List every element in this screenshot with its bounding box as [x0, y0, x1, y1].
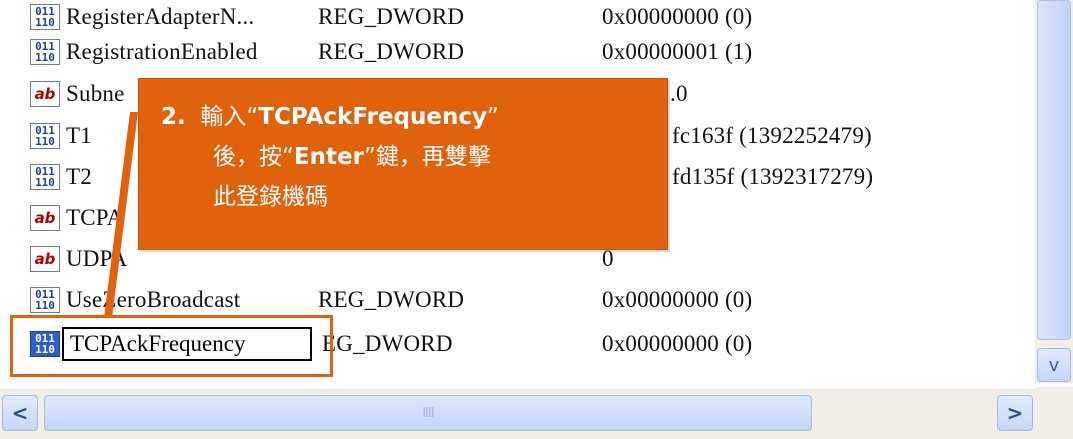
string-value-icon: ab: [30, 81, 60, 107]
value-data: fd135f (1392317279): [672, 164, 874, 189]
value-data: 0x00000000 (0): [602, 287, 753, 312]
value-name: T2: [66, 164, 92, 189]
string-value-icon: ab: [30, 205, 60, 231]
horizontal-scroll-thumb[interactable]: IIII: [44, 395, 812, 431]
callout-line-1: 2. 輸入“TCPAckFrequency”: [161, 104, 499, 130]
chevron-down-icon: v: [1048, 354, 1060, 376]
scroll-right-button[interactable]: >: [997, 395, 1033, 431]
callout-text: 2. 輸入“TCPAckFrequency” 後，按“Enter”鍵，再雙擊 此…: [161, 97, 651, 217]
vertical-scrollbar[interactable]: v: [1035, 0, 1073, 383]
chevron-left-icon: <: [11, 401, 29, 425]
registry-value-row[interactable]: 011 110 UseZeroBroadcast REG_DWORD 0x0000…: [0, 280, 1035, 320]
grip-icon: IIII: [422, 405, 434, 421]
dword-value-icon: 011 110: [30, 4, 60, 30]
registry-editor-value-pane: 011 110 RegisterAdapterN... REG_DWORD 0x0…: [0, 0, 1073, 439]
dword-value-icon: 011 110: [30, 39, 60, 65]
instruction-callout: 2. 輸入“TCPAckFrequency” 後，按“Enter”鍵，再雙擊 此…: [138, 78, 668, 250]
value-type: EG_DWORD: [322, 331, 453, 356]
value-data: 0x00000000 (0): [602, 331, 753, 356]
scrollbar-corner: [1035, 387, 1073, 439]
callout-line-3: 此登錄機碼: [213, 184, 328, 210]
dword-value-icon: 011 110: [30, 123, 60, 149]
horizontal-scrollbar[interactable]: < IIII >: [0, 387, 1035, 439]
registry-value-row[interactable]: 011 110 RegistrationEnabled REG_DWORD 0x0…: [0, 32, 1035, 72]
value-name: UseZeroBroadcast: [66, 287, 241, 312]
value-data: .0: [670, 81, 688, 106]
value-name: Subne: [66, 81, 125, 106]
value-data: fc163f (1392252479): [672, 123, 872, 148]
chevron-right-icon: >: [1006, 401, 1024, 425]
highlight-box: [10, 315, 333, 377]
callout-line-2: 後，按“Enter”鍵，再雙擊: [213, 144, 491, 170]
dword-value-icon: 011 110: [30, 287, 60, 313]
dword-value-icon: 011 110: [30, 164, 60, 190]
value-name: RegistrationEnabled: [66, 39, 258, 64]
value-type: REG_DWORD: [318, 39, 465, 64]
string-value-icon: ab: [30, 246, 60, 272]
callout-leader-line: [104, 112, 138, 318]
vertical-scroll-thumb[interactable]: [1037, 0, 1071, 340]
scroll-down-button[interactable]: v: [1037, 348, 1071, 382]
value-type: REG_DWORD: [318, 287, 465, 312]
value-data: 0x00000001 (1): [602, 39, 753, 64]
scroll-left-button[interactable]: <: [2, 395, 38, 431]
value-name: T1: [66, 123, 92, 148]
